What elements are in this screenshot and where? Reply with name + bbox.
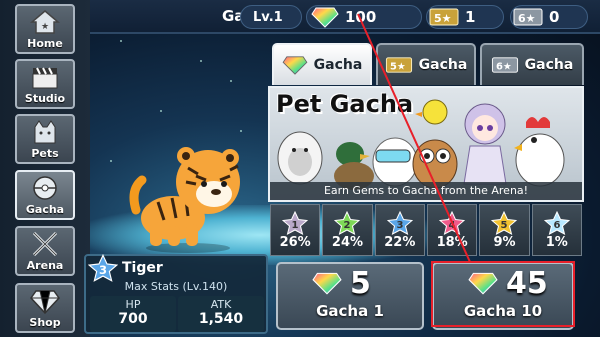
svg-text:5: 5 bbox=[501, 220, 508, 231]
rate-pct: 22% bbox=[384, 234, 416, 250]
svg-text:2: 2 bbox=[344, 220, 351, 231]
star-6-icon: 6 bbox=[543, 210, 570, 235]
gacha-10-button[interactable]: 45 Gacha 10 bbox=[432, 262, 574, 330]
tab-label: Gacha bbox=[524, 57, 574, 73]
sidebar-item-home[interactable]: ★ Home bbox=[15, 4, 75, 54]
cat-icon bbox=[34, 120, 56, 144]
crossed-swords-icon bbox=[32, 231, 58, 257]
rate-pct: 1% bbox=[545, 234, 568, 250]
max-stats-label: Max Stats (Lv.140) bbox=[124, 280, 228, 293]
rate-3-star: 3 22% bbox=[374, 204, 425, 256]
rate-pct: 24% bbox=[331, 234, 364, 250]
svg-text:6★: 6★ bbox=[496, 62, 512, 73]
svg-text:5★: 5★ bbox=[434, 12, 452, 25]
sidebar-item-label: Home bbox=[27, 37, 63, 50]
home-icon: ★ bbox=[30, 10, 60, 34]
sidebar-item-gacha[interactable]: Gacha bbox=[15, 170, 75, 220]
capsule-icon bbox=[33, 176, 57, 200]
gacha-1-label: Gacha 1 bbox=[316, 302, 384, 320]
svg-text:4: 4 bbox=[449, 220, 456, 231]
rate-2-star: 2 24% bbox=[322, 204, 373, 256]
pet-name: Tiger bbox=[122, 260, 163, 276]
clapperboard-icon bbox=[32, 67, 58, 89]
rate-pct: 9% bbox=[493, 234, 516, 250]
ticket-5-star-icon: 5★ bbox=[385, 57, 412, 73]
sidebar: ★ Home Studio Pets Gacha Arena Shop bbox=[0, 0, 90, 337]
rate-pct: 18% bbox=[436, 234, 468, 250]
sidebar-item-shop[interactable]: Shop bbox=[15, 283, 75, 333]
atk-value: 1,540 bbox=[198, 311, 244, 327]
svg-text:★: ★ bbox=[41, 22, 49, 32]
sidebar-item-label: Pets bbox=[31, 147, 59, 160]
tab-ticket-6-gacha[interactable]: 6★ Gacha bbox=[480, 43, 584, 85]
hp-stat: HP 700 bbox=[90, 296, 176, 332]
banner-caption: Earn Gems to Gacha from the Arena! bbox=[270, 182, 582, 200]
sidebar-item-label: Arena bbox=[26, 259, 64, 272]
svg-text:6: 6 bbox=[553, 220, 560, 231]
gacha-1-cost: 5 bbox=[350, 266, 371, 301]
hp-label: HP bbox=[125, 298, 141, 311]
tab-label: Gacha bbox=[313, 57, 363, 73]
star-4-icon: 4 bbox=[439, 210, 466, 235]
gem-icon bbox=[311, 7, 339, 28]
sidebar-item-studio[interactable]: Studio bbox=[15, 59, 75, 109]
star-5-icon: 5 bbox=[491, 210, 518, 235]
gem-icon bbox=[468, 272, 498, 295]
ticket-6-star-icon: 6★ bbox=[491, 57, 518, 73]
ticket-6-star-icon: 6★ bbox=[513, 8, 543, 26]
rate-4-star: 4 18% bbox=[426, 204, 478, 256]
rarity-star-icon: 3 bbox=[88, 254, 118, 282]
pet-info-panel: 3 Tiger Max Stats (Lv.140) HP 700 ATK 1,… bbox=[84, 254, 268, 334]
ticket-5-counter[interactable]: 5★ 1 bbox=[426, 5, 504, 29]
svg-text:3: 3 bbox=[99, 263, 107, 277]
level-text: Lv.1 bbox=[253, 9, 283, 25]
gacha-10-cost: 45 bbox=[506, 266, 548, 301]
svg-text:3: 3 bbox=[396, 220, 403, 231]
star-1-icon: 1 bbox=[282, 210, 309, 235]
atk-label: ATK bbox=[210, 298, 232, 311]
svg-text:6★: 6★ bbox=[518, 12, 536, 25]
gem-icon bbox=[312, 272, 342, 295]
ticket-5-count: 1 bbox=[465, 8, 476, 26]
rate-5-star: 5 9% bbox=[479, 204, 530, 256]
gem-counter[interactable]: 100 bbox=[306, 5, 422, 29]
tiger-pet-sprite[interactable] bbox=[128, 140, 248, 255]
gem-icon bbox=[282, 56, 308, 75]
gem-icon bbox=[30, 290, 60, 314]
rate-pct: 26% bbox=[279, 234, 311, 250]
tab-ticket-5-gacha[interactable]: 5★ Gacha bbox=[376, 43, 476, 85]
svg-text:1: 1 bbox=[292, 220, 299, 231]
level-badge: Lv.1 bbox=[240, 5, 302, 29]
rate-1-star: 1 26% bbox=[270, 204, 321, 256]
sidebar-item-pets[interactable]: Pets bbox=[15, 114, 75, 164]
tab-label: Gacha bbox=[418, 57, 468, 73]
atk-stat: ATK 1,540 bbox=[178, 296, 264, 332]
sidebar-item-label: Shop bbox=[29, 316, 61, 329]
star-3-icon: 3 bbox=[386, 210, 413, 235]
sidebar-item-label: Studio bbox=[24, 92, 66, 105]
rate-6-star: 6 1% bbox=[531, 204, 582, 256]
sidebar-item-arena[interactable]: Arena bbox=[15, 226, 75, 276]
ticket-6-count: 0 bbox=[549, 8, 560, 26]
svg-text:5★: 5★ bbox=[390, 62, 406, 73]
pet-gacha-banner: Pet Gacha Earn Gems to Gacha from the Ar… bbox=[268, 86, 584, 202]
ticket-5-star-icon: 5★ bbox=[429, 8, 459, 26]
gacha-10-label: Gacha 10 bbox=[463, 302, 543, 320]
ticket-6-counter[interactable]: 6★ 0 bbox=[510, 5, 588, 29]
gacha-1-button[interactable]: 5 Gacha 1 bbox=[276, 262, 424, 330]
sidebar-item-label: Gacha bbox=[25, 203, 65, 216]
star-2-icon: 2 bbox=[334, 210, 361, 235]
gem-count: 100 bbox=[345, 8, 377, 26]
tab-gem-gacha[interactable]: Gacha bbox=[272, 43, 372, 85]
rarity-rates: 1 26% 2 24% 3 22% 4 18% 5 9% 6 1% bbox=[270, 204, 582, 256]
hp-value: 700 bbox=[118, 311, 148, 327]
